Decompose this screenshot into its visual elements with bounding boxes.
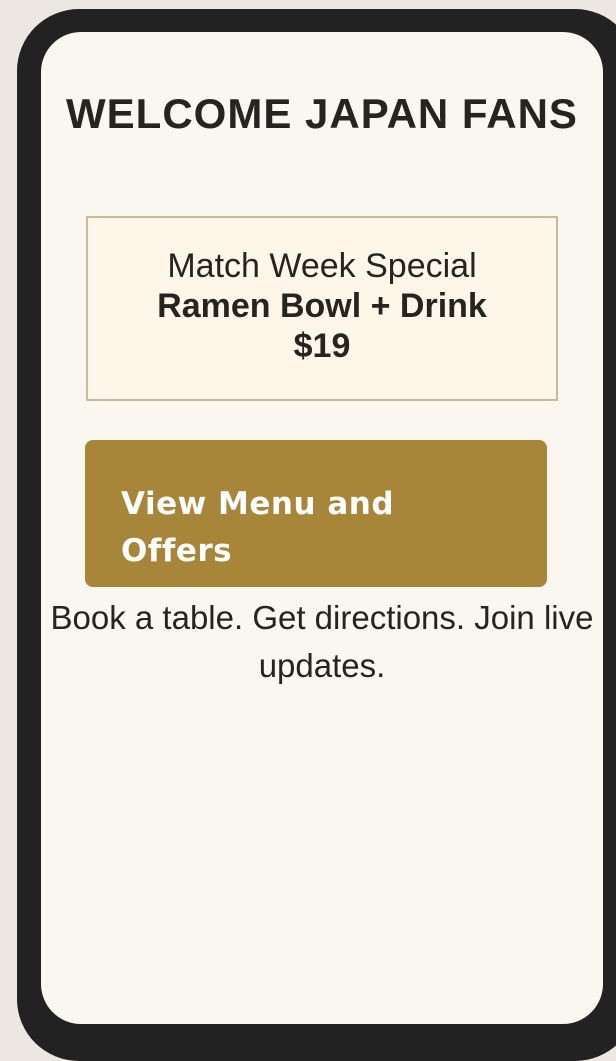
promo-price: $19 [293, 327, 351, 365]
view-menu-offers-button[interactable]: View Menu and Offers [85, 440, 547, 587]
page-title: WELCOME JAPAN FANS [66, 90, 578, 137]
promo-card: Match Week Special Ramen Bowl + Drink $1… [86, 216, 558, 401]
promo-offer: Ramen Bowl + Drink [157, 287, 487, 325]
phone-screen: WELCOME JAPAN FANS Match Week Special Ra… [41, 32, 603, 1024]
promo-heading: Match Week Special [167, 247, 477, 285]
view-menu-offers-label: View Menu and Offers [121, 485, 395, 569]
booking-directions-text: Book a table. Get directions. Join live … [50, 599, 594, 684]
